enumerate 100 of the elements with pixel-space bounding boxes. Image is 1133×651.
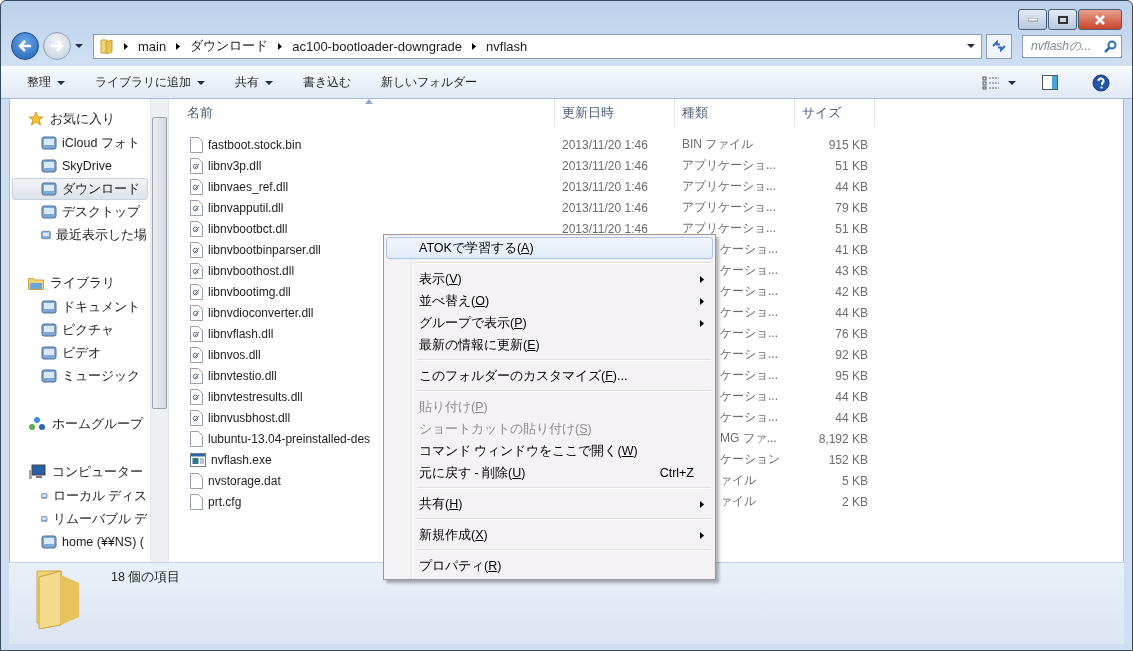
- computer-icon: [28, 464, 46, 480]
- file-name[interactable]: fastboot.stock.bin: [169, 136, 555, 153]
- sidebar-item[interactable]: ダウンロード: [12, 178, 148, 200]
- shortcut-text: Ctrl+Z: [659, 466, 694, 480]
- dll-file-icon: [190, 346, 203, 363]
- dll-file-icon: [190, 367, 203, 384]
- view-options-icon[interactable]: [982, 75, 1000, 90]
- dll-file-icon: [190, 220, 203, 237]
- maximize-button[interactable]: [1048, 9, 1077, 30]
- modified-date: 2013/11/20 1:46: [561, 137, 649, 152]
- file-type: ケーショ...: [720, 283, 779, 300]
- menu-item[interactable]: 共有(H): [386, 493, 713, 515]
- sidebar-group[interactable]: ホームグループ: [10, 412, 150, 436]
- file-size: 41 KB: [834, 242, 869, 257]
- menu-item[interactable]: 表示(V): [386, 268, 713, 290]
- item-icon: [41, 204, 57, 220]
- dll-file-icon: [190, 388, 203, 405]
- sidebar-item[interactable]: home (¥¥NS) (: [12, 531, 148, 553]
- file-name[interactable]: libnvbootbct.dll: [169, 220, 555, 237]
- file-type: ケーショ...: [720, 262, 779, 279]
- dll-file-icon: [190, 325, 203, 342]
- file-name[interactable]: libnvaes_ref.dll: [169, 178, 555, 195]
- file-type: BIN ファイル: [681, 136, 755, 153]
- file-type: アプリケーショ...: [681, 157, 777, 174]
- menu-item[interactable]: 最新の情報に更新(E): [386, 334, 713, 356]
- item-count: 18 個の項目: [111, 569, 181, 586]
- column-header[interactable]: 種類: [675, 99, 795, 127]
- preview-pane-icon[interactable]: [1042, 75, 1058, 90]
- sidebar-item[interactable]: デスクトップ: [12, 201, 148, 223]
- item-icon: [41, 299, 57, 315]
- menu-item[interactable]: このフォルダーのカスタマイズ(F)...: [386, 365, 713, 387]
- dll-file-icon: [190, 241, 203, 258]
- sidebar-group[interactable]: ライブラリ: [10, 271, 150, 295]
- file-icon: [190, 472, 203, 489]
- maximize-icon: [1057, 15, 1068, 24]
- toolbar-button[interactable]: 新しいフォルダー: [373, 70, 485, 95]
- scrollbar[interactable]: [150, 99, 168, 562]
- file-name[interactable]: libnv3p.dll: [169, 157, 555, 174]
- search-field[interactable]: nvflashの...: [1022, 34, 1122, 58]
- sidebar-item[interactable]: ミュージック: [12, 365, 148, 387]
- toolbar-button[interactable]: 共有: [227, 70, 281, 95]
- caret-icon: [197, 80, 205, 85]
- file-name[interactable]: libnvapputil.dll: [169, 199, 555, 216]
- menu-item[interactable]: 元に戻す - 削除(U) Ctrl+Z: [386, 462, 713, 484]
- breadcrumb-segment[interactable]: main: [138, 38, 167, 54]
- sidebar-item[interactable]: iCloud フォト: [12, 132, 148, 154]
- file-type: ケーショ...: [720, 304, 779, 321]
- file-size: 8,192 KB: [817, 431, 869, 446]
- file-type: ケーショ...: [720, 346, 779, 363]
- column-header[interactable]: 更新日時: [555, 99, 675, 127]
- chevron-icon: [278, 42, 283, 50]
- caret-icon: [57, 80, 65, 85]
- sidebar-group[interactable]: お気に入り: [10, 107, 150, 131]
- refresh-button[interactable]: [986, 33, 1012, 59]
- sidebar-item[interactable]: 最近表示した場: [12, 224, 148, 246]
- file-size: 76 KB: [834, 326, 869, 341]
- sidebar-item[interactable]: ビデオ: [12, 342, 148, 364]
- minimize-button[interactable]: [1018, 9, 1047, 30]
- column-header[interactable]: 名前: [169, 99, 555, 127]
- star-icon: [28, 111, 44, 127]
- toolbar-button[interactable]: 書き込む: [295, 70, 359, 95]
- address-bar[interactable]: main ダウンロード ac100-bootloader-downgrade nvflash: [93, 33, 982, 59]
- modified-date: 2013/11/20 1:46: [561, 179, 649, 194]
- dll-file-icon: [190, 199, 203, 216]
- menu-item[interactable]: コマンド ウィンドウをここで開く(W): [386, 440, 713, 462]
- breadcrumb-segment[interactable]: nvflash: [486, 38, 528, 54]
- sidebar-item[interactable]: ローカル ディス: [12, 485, 148, 507]
- breadcrumb-segment[interactable]: ダウンロード: [190, 37, 269, 55]
- search-input[interactable]: nvflashの...: [1031, 39, 1101, 53]
- toolbar-button[interactable]: 整理: [19, 70, 73, 95]
- file-size: 44 KB: [834, 410, 869, 425]
- sidebar-item[interactable]: ピクチャ: [12, 319, 148, 341]
- submenu-arrow-icon: [700, 500, 704, 508]
- search-icon: [1104, 39, 1117, 53]
- toolbar-button[interactable]: ライブラリに追加: [87, 70, 213, 95]
- close-button[interactable]: [1078, 9, 1122, 30]
- sidebar-group[interactable]: コンピューター: [10, 460, 150, 484]
- chevron-icon: [472, 42, 477, 50]
- dll-file-icon: [190, 262, 203, 279]
- help-icon[interactable]: [1092, 73, 1110, 92]
- sidebar-item[interactable]: SkyDrive: [12, 155, 148, 177]
- application-icon: [190, 452, 206, 467]
- submenu-arrow-icon: [700, 275, 704, 283]
- file-size: 79 KB: [834, 200, 869, 215]
- menu-item[interactable]: ATOKで学習する(A): [386, 237, 713, 259]
- back-button[interactable]: [11, 32, 39, 60]
- menu-item[interactable]: プロパティ(R): [386, 555, 713, 577]
- file-type: ケーショ...: [720, 325, 779, 342]
- history-caret-icon: [75, 44, 83, 48]
- file-size: 42 KB: [834, 284, 869, 299]
- file-type: ケーショ...: [720, 409, 779, 426]
- menu-item[interactable]: 新規作成(X): [386, 524, 713, 546]
- menu-item[interactable]: グループで表示(P): [386, 312, 713, 334]
- sidebar-item[interactable]: ドキュメント: [12, 296, 148, 318]
- breadcrumb-segment[interactable]: ac100-bootloader-downgrade: [292, 38, 463, 54]
- menu-item[interactable]: 並べ替え(O): [386, 290, 713, 312]
- column-header[interactable]: サイズ: [795, 99, 875, 127]
- forward-arrow-icon: [50, 40, 64, 52]
- item-icon: [41, 181, 57, 197]
- sidebar-item[interactable]: リムーバブル デ: [12, 508, 148, 530]
